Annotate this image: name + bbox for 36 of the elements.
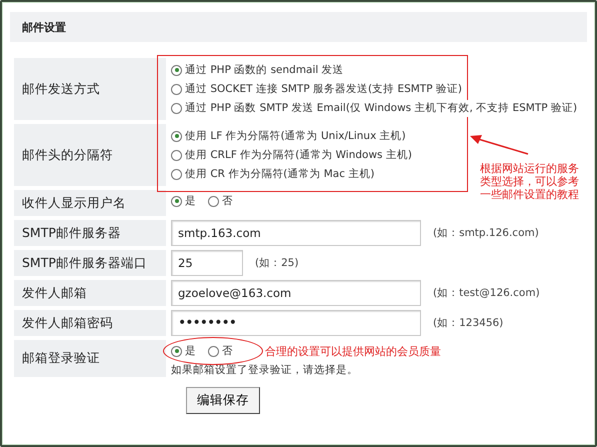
radio-button[interactable] (208, 196, 219, 206)
radio-button[interactable] (171, 84, 182, 94)
radio-button[interactable] (171, 64, 182, 76)
save-button[interactable]: 编辑保存 (186, 387, 260, 414)
field-label: 收件人显示用户名 (14, 190, 166, 216)
radio-button[interactable] (171, 130, 182, 142)
input-field[interactable]: gzoelove@163.com (171, 280, 421, 306)
radio-button[interactable] (171, 102, 182, 114)
radio-button[interactable] (171, 346, 182, 356)
field-label: 发件人邮箱密码 (14, 310, 166, 336)
input-field[interactable]: smtp.163.com (171, 220, 421, 246)
example-hint: (如：25) (255, 256, 299, 270)
radio-label: 是 (185, 194, 196, 208)
radio-label: 通过 PHP 函数 SMTP 发送 Email(仅 Windows 主机下有效, 不支持 ESMTP 验证) (185, 100, 578, 116)
annotation-note: 根据网站运行的服务类型选择，可以参考一些邮件设置的教程 (480, 162, 580, 201)
example-hint: (如：123456) (433, 316, 504, 330)
field-label: 邮件头的分隔符 (14, 124, 166, 186)
example-hint: (如：test@126.com) (433, 286, 540, 300)
radio-label: 是 (185, 344, 196, 358)
help-text: 如果邮箱设置了登录验证，请选择是。 (171, 363, 358, 377)
radio-label: 否 (222, 344, 233, 358)
input-field[interactable]: •••••••• (171, 310, 421, 336)
input-field[interactable]: 25 (171, 250, 243, 276)
field-label: SMTP邮件服务器 (14, 220, 166, 246)
radio-button[interactable] (208, 346, 219, 356)
field-label: 发件人邮箱 (14, 280, 166, 306)
field-label: 邮件发送方式 (14, 58, 166, 120)
radio-label: 否 (222, 194, 233, 208)
panel-title: 邮件设置 (22, 20, 66, 34)
radio-button[interactable] (171, 150, 182, 160)
field-label: SMTP邮件服务器端口 (14, 250, 166, 276)
radio-button[interactable] (171, 196, 182, 206)
example-hint: (如：smtp.126.com) (433, 226, 539, 240)
radio-button[interactable] (171, 168, 182, 180)
field-label: 邮箱登录验证 (14, 340, 166, 377)
annotation-note: 合理的设置可以提供网站的会员质量 (265, 344, 441, 358)
